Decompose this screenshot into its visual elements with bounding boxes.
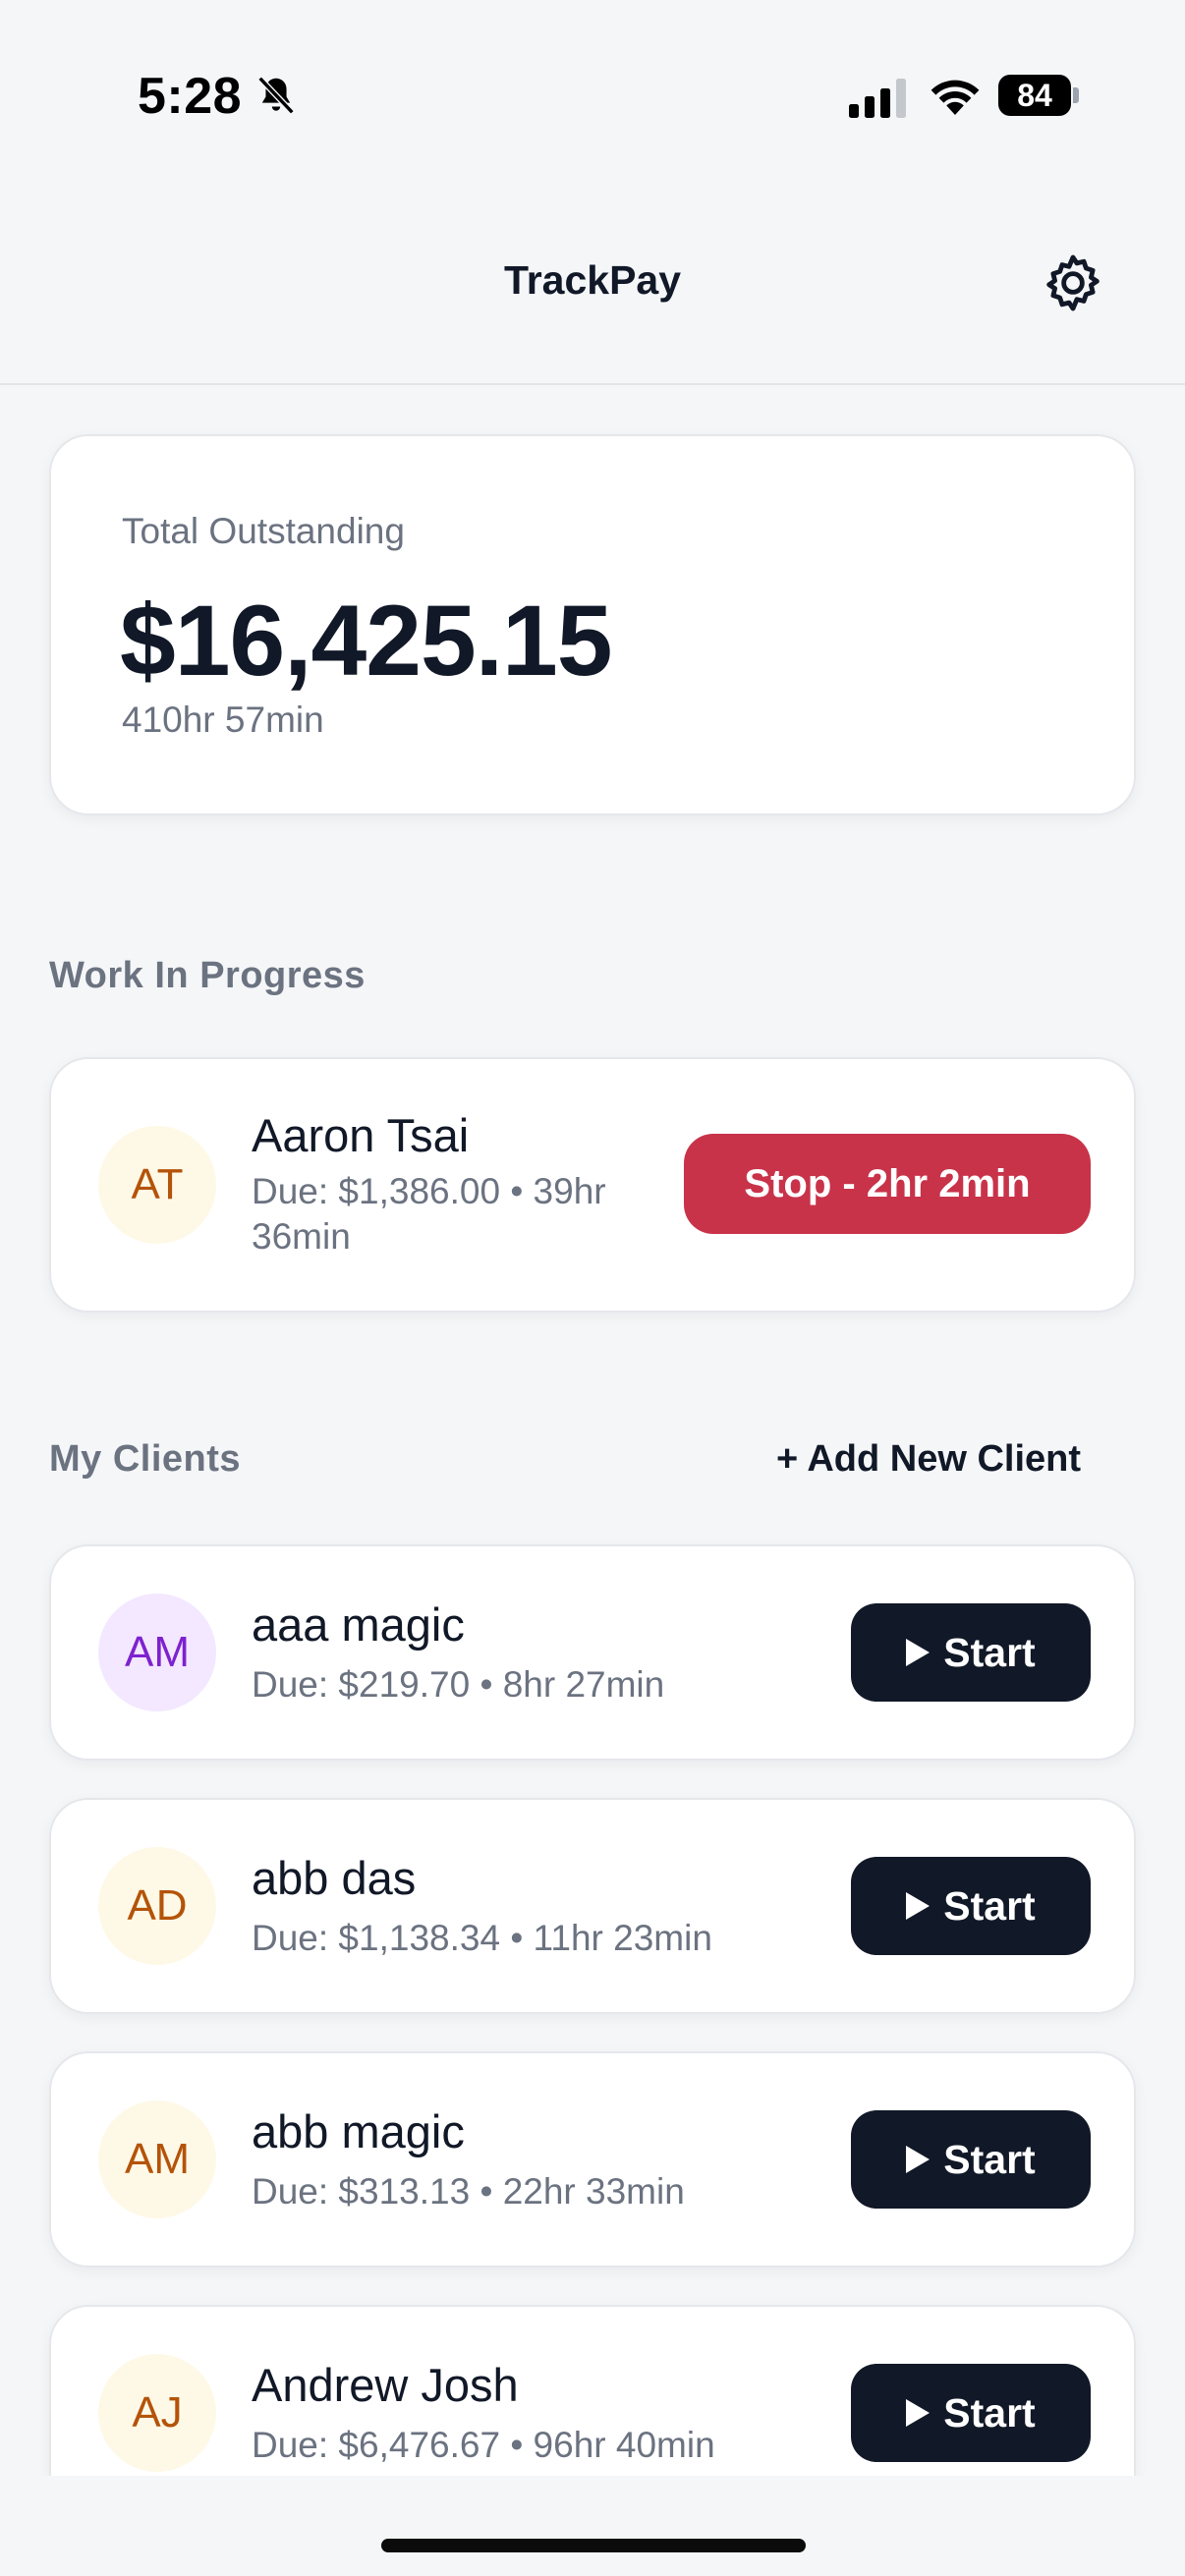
home-indicator[interactable] — [381, 2539, 806, 2552]
start-timer-button[interactable]: Start — [851, 2110, 1091, 2209]
avatar: AM — [98, 2100, 216, 2218]
wifi-icon — [931, 80, 980, 115]
start-timer-button[interactable]: Start — [851, 2364, 1091, 2462]
client-meta: Due: $219.70 • 8hr 27min — [252, 1664, 665, 1705]
client-name: abb magic — [252, 2105, 465, 2157]
stop-timer-button[interactable]: Stop - 2hr 2min — [684, 1134, 1091, 1234]
play-icon — [906, 1892, 931, 1920]
avatar: AT — [98, 1126, 216, 1244]
play-icon — [906, 2399, 931, 2427]
start-label: Start — [943, 2389, 1036, 2436]
avatar: AD — [98, 1847, 216, 1965]
signal-icon — [849, 79, 906, 118]
section-title-my-clients: My Clients — [49, 1438, 242, 1480]
start-timer-button[interactable]: Start — [851, 1603, 1091, 1702]
start-label: Start — [943, 1629, 1036, 1675]
avatar: AJ — [98, 2354, 216, 2472]
battery-level: 84 — [1017, 78, 1052, 113]
client-name: abb das — [252, 1852, 417, 1904]
bell-slash-icon — [257, 76, 295, 115]
total-outstanding-card: Total Outstanding $16,425.15 410hr 57min — [49, 434, 1136, 815]
list-item[interactable]: AM abb magic Due: $313.13 • 22hr 33min S… — [49, 2051, 1136, 2268]
page-title: TrackPay — [503, 257, 682, 303]
client-name: Andrew Josh — [252, 2359, 519, 2411]
total-outstanding-time: 410hr 57min — [122, 700, 324, 740]
battery-icon: 84 — [998, 75, 1079, 116]
list-item[interactable]: AJ Andrew Josh Due: $6,476.67 • 96hr 40m… — [49, 2305, 1136, 2476]
client-meta: Due: $1,138.34 • 11hr 23min — [252, 1918, 712, 1958]
app-header: TrackPay — [0, 196, 1185, 385]
start-label: Start — [943, 1882, 1036, 1929]
gear-icon[interactable] — [1040, 250, 1106, 316]
total-outstanding-label: Total Outstanding — [122, 511, 405, 551]
status-time: 5:28 — [138, 68, 243, 125]
total-outstanding-amount: $16,425.15 — [120, 585, 612, 697]
start-timer-button[interactable]: Start — [851, 1857, 1091, 1955]
client-list: AM aaa magic Due: $219.70 • 8hr 27min St… — [0, 1533, 1185, 2476]
client-meta: Due: $313.13 • 22hr 33min — [252, 2171, 685, 2212]
avatar: AM — [98, 1594, 216, 1711]
list-item[interactable]: AD abb das Due: $1,138.34 • 11hr 23min S… — [49, 1798, 1136, 2014]
start-label: Start — [943, 2136, 1036, 2182]
client-name: aaa magic — [252, 1598, 465, 1651]
add-new-client-button[interactable]: + Add New Client — [776, 1438, 1081, 1481]
status-bar: 5:28 84 — [0, 0, 1185, 196]
section-title-work-in-progress: Work In Progress — [49, 955, 366, 996]
play-icon — [906, 2146, 931, 2173]
app-screen: 5:28 84 TrackPay Total Outstanding $16,4… — [0, 0, 1185, 2576]
wip-client-card[interactable]: AT Aaron Tsai Due: $1,386.00 • 39hr 36mi… — [49, 1057, 1136, 1313]
client-name: Aaron Tsai — [252, 1109, 470, 1161]
client-meta: Due: $1,386.00 • 39hr 36min — [252, 1171, 606, 1257]
list-item[interactable]: AM aaa magic Due: $219.70 • 8hr 27min St… — [49, 1544, 1136, 1761]
play-icon — [906, 1639, 931, 1666]
client-meta: Due: $6,476.67 • 96hr 40min — [252, 2425, 715, 2465]
